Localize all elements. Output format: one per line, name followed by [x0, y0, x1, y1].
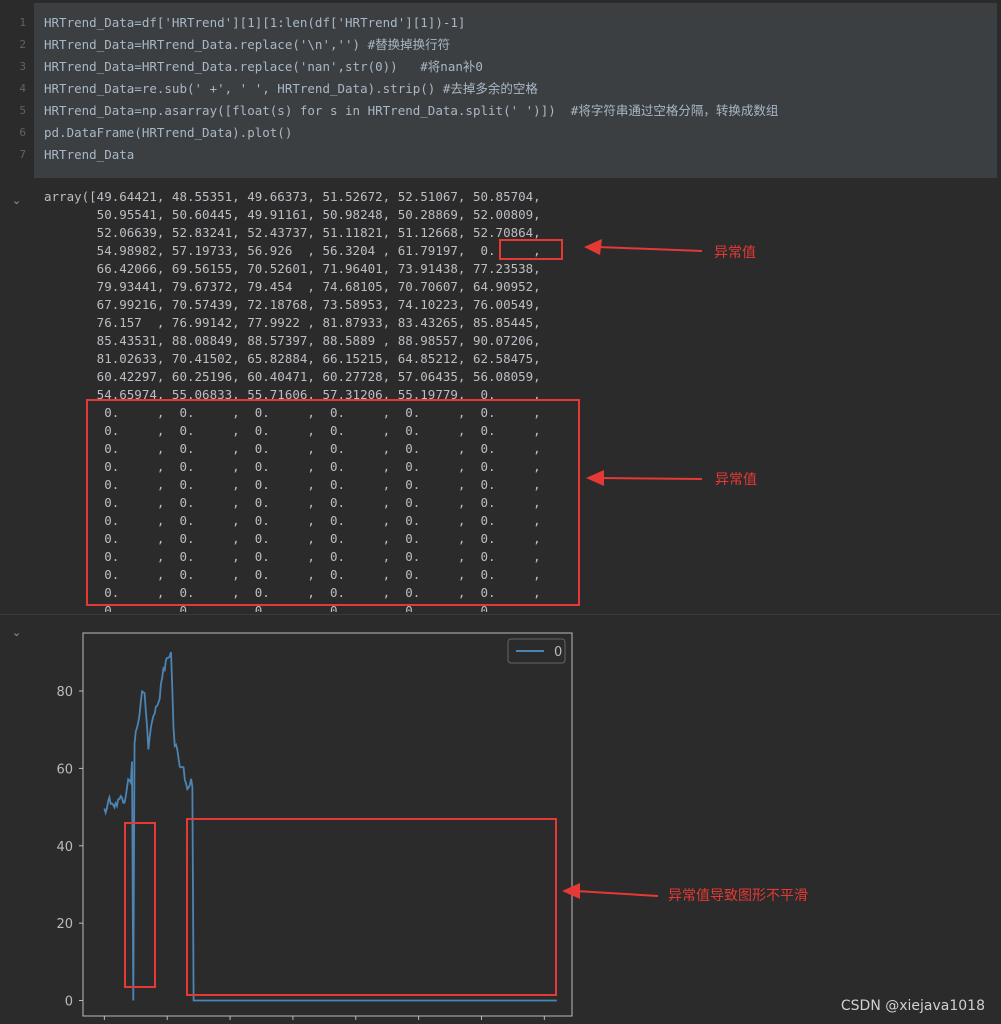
outlier-highlight-box [499, 239, 563, 260]
code-line[interactable]: HRTrend_Data=np.asarray([float(s) for s … [44, 100, 778, 122]
output-line: 60.42297, 60.25196, 60.40471, 60.27728, … [44, 369, 541, 384]
code-line[interactable]: HRTrend_Data=re.sub(' +', ' ', HRTrend_D… [44, 78, 538, 100]
line-number: 7 [19, 148, 26, 161]
watermark: CSDN @xiejava1018 [840, 998, 985, 1014]
line-number: 5 [19, 104, 26, 117]
output-line: 85.43531, 88.08849, 88.57397, 88.5889 , … [44, 333, 541, 348]
output-line: 81.02633, 70.41502, 65.82884, 66.15215, … [44, 351, 541, 366]
outlier-dip-box [124, 822, 156, 988]
line-number: 2 [19, 38, 26, 51]
y-tick-label: 0 [65, 995, 73, 1010]
code-editor[interactable]: HRTrend_Data=df['HRTrend'][1][1:len(df['… [34, 3, 997, 178]
output-line: 79.93441, 79.67372, 79.454 , 74.68105, 7… [44, 279, 541, 294]
legend-label: 0 [554, 645, 562, 660]
code-line[interactable]: HRTrend_Data=HRTrend_Data.replace('\n','… [44, 34, 450, 56]
outlier-zeros-box [86, 399, 580, 606]
output-line: 50.95541, 50.60445, 49.91161, 50.98248, … [44, 207, 541, 222]
y-tick-label: 20 [56, 917, 73, 932]
code-line[interactable]: HRTrend_Data=HRTrend_Data.replace('nan',… [44, 56, 483, 78]
output-line: 67.99216, 70.57439, 72.18768, 73.58953, … [44, 297, 541, 312]
line-number: 6 [19, 126, 26, 139]
output-line: 76.157 , 76.99142, 77.9922 , 81.87933, 8… [44, 315, 541, 330]
y-tick-label: 80 [56, 685, 73, 700]
line-number: 3 [19, 60, 26, 73]
code-line[interactable]: HRTrend_Data [44, 144, 134, 166]
output-line: 66.42066, 69.56155, 70.52601, 71.96401, … [44, 261, 541, 276]
output-line: 54.98982, 57.19733, 56.926 , 56.3204 , 6… [44, 243, 541, 258]
line-number: 1 [19, 16, 26, 29]
code-line[interactable]: pd.DataFrame(HRTrend_Data).plot() [44, 122, 292, 144]
y-tick-label: 40 [56, 840, 73, 855]
collapse-output-chevron-icon[interactable]: ⌄ [12, 194, 26, 208]
annotation-label: 异常值 [714, 245, 756, 261]
code-cell[interactable]: 1 2 3 4 5 6 7 HRTrend_Data=df['HRTrend']… [0, 0, 1001, 178]
annotation-label: 异常值导致图形不平滑 [668, 888, 808, 904]
line-number-gutter: 1 2 3 4 5 6 7 [0, 0, 34, 178]
output-line: 52.06639, 52.83241, 52.43737, 51.11821, … [44, 225, 541, 240]
outlier-tail-box [186, 818, 557, 996]
output-line: array([49.64421, 48.55351, 49.66373, 51.… [44, 189, 541, 204]
annotation-label: 异常值 [715, 472, 757, 488]
y-tick-label: 60 [56, 762, 73, 777]
line-number: 4 [19, 82, 26, 95]
code-line[interactable]: HRTrend_Data=df['HRTrend'][1][1:len(df['… [44, 12, 465, 34]
